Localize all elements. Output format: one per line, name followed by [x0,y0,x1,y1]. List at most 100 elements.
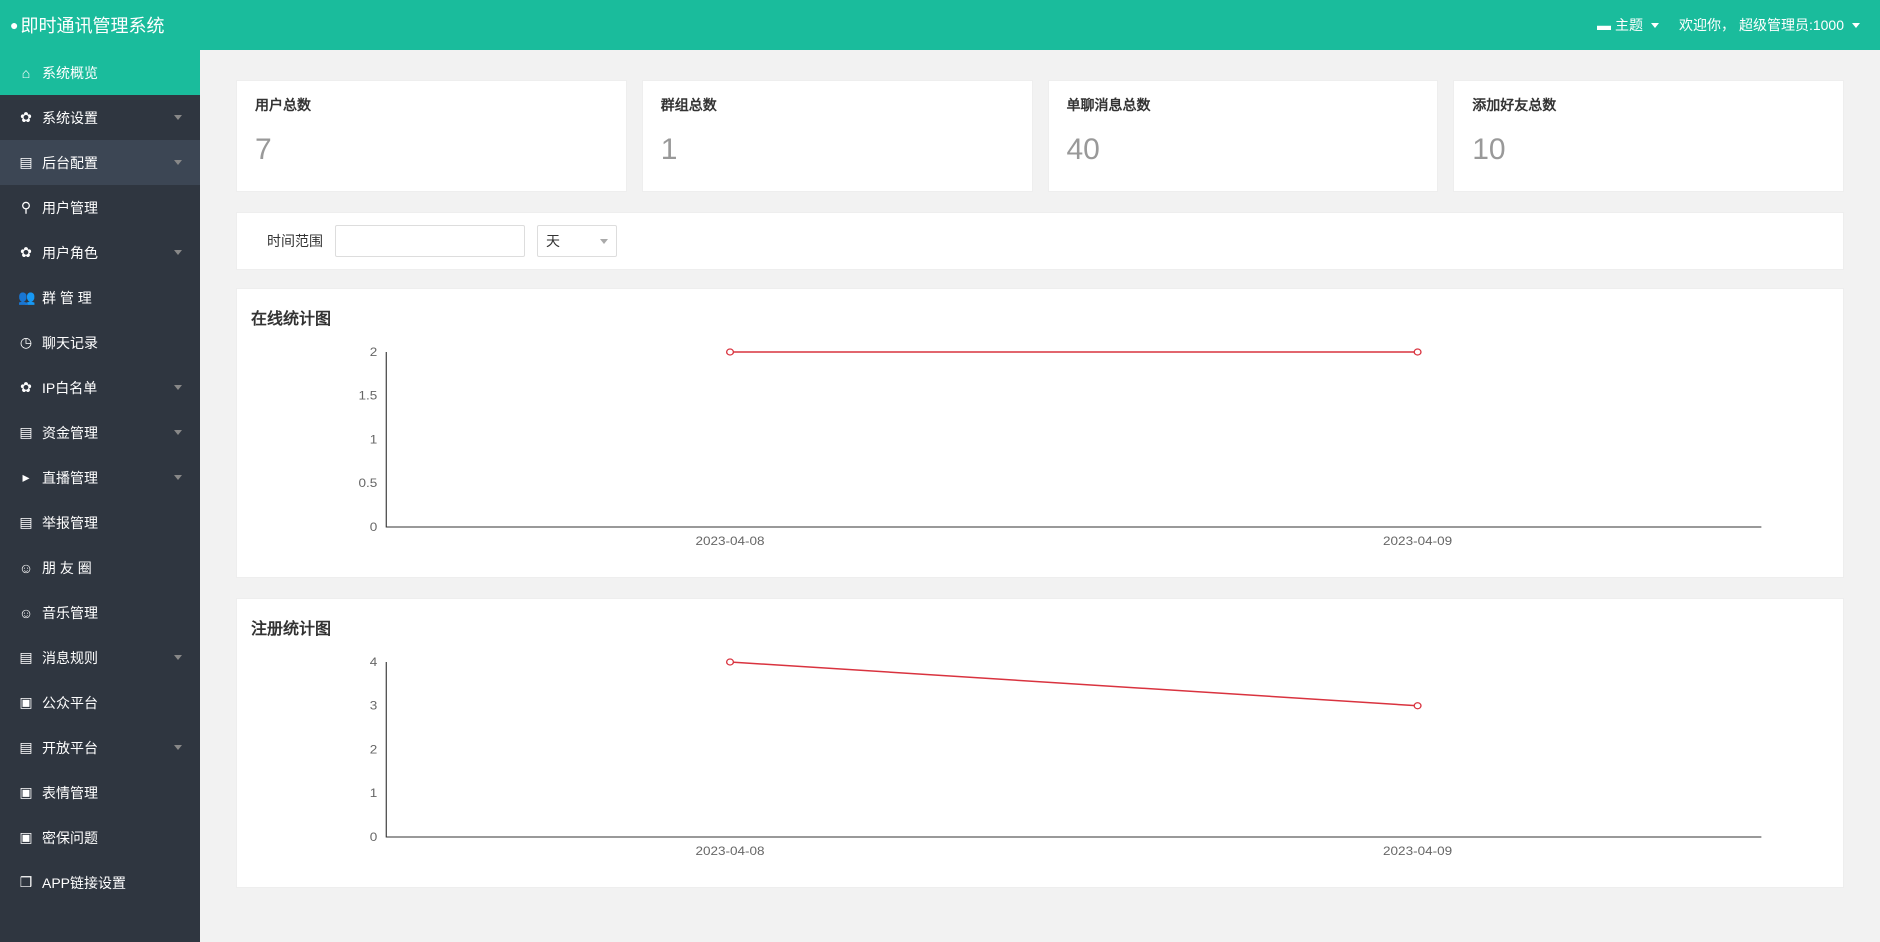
sidebar-item-message-rules[interactable]: ▤消息规则 [0,635,200,680]
sidebar-item-label: APP链接设置 [42,873,126,893]
sidebar-item-label: 群 管 理 [42,288,92,308]
stat-value: 1 [661,133,1014,167]
sidebar-item-user-manage[interactable]: ⚲用户管理 [0,185,200,230]
stat-card: 添加好友总数 10 [1453,80,1844,192]
stat-title: 群组总数 [661,95,1014,115]
user-role-icon: ✿ [18,244,34,261]
user-dropdown[interactable]: 欢迎你， 超级管理员:1000 [1679,15,1860,35]
sidebar-item-overview[interactable]: ⌂系统概览 [0,50,200,95]
svg-text:0: 0 [370,520,378,534]
online-chart: 00.511.522023-04-082023-04-09 [251,337,1829,557]
theme-label: 主题 [1615,15,1643,35]
svg-text:4: 4 [370,655,378,669]
svg-text:2023-04-09: 2023-04-09 [1383,844,1452,858]
brand-title: 即时通讯管理系统 [20,12,164,38]
sidebar-item-chat-records[interactable]: ◷ 聊天记录 [0,320,200,365]
sidebar-item-label: 后台配置 [42,153,98,173]
ip-whitelist-icon: ✿ [18,379,34,396]
sidebar-item-public-platform[interactable]: ▣公众平台 [0,680,200,725]
sidebar-item-label: 开放平台 [42,738,98,758]
sidebar-item-open-platform[interactable]: ▤ 开放平台 [0,725,200,770]
chevron-down-icon [600,239,608,244]
svg-text:2: 2 [370,345,378,359]
sidebar-item-label: 直播管理 [42,468,98,488]
chat-records-icon: ◷ [18,334,34,351]
sidebar-item-label: 用户管理 [42,198,98,218]
svg-text:2023-04-08: 2023-04-08 [695,534,764,548]
register-chart-title: 注册统计图 [251,615,1829,639]
online-chart-card: 在线统计图 00.511.522023-04-082023-04-09 [236,288,1844,578]
svg-text:0: 0 [370,830,378,844]
chevron-down-icon [1651,23,1659,28]
online-chart-title: 在线统计图 [251,305,1829,329]
sidebar-item-user-role[interactable]: ✿用户角色 [0,230,200,275]
filter-bar: 时间范围 天 [236,212,1844,270]
sidebar-item-report-manage[interactable]: ▤ 举报管理 [0,500,200,545]
sidebar-item-system-settings[interactable]: ✿系统设置 [0,95,200,140]
stat-card: 用户总数7 [236,80,627,192]
sidebar-item-backend-config[interactable]: ▤ 后台配置 [0,140,200,185]
sidebar-item-label: 举报管理 [42,513,98,533]
svg-text:1.5: 1.5 [358,388,377,402]
sidebar: ⌂系统概览✿系统设置▤后台配置⚲用户管理✿用户角色👥群 管 理◷聊天记录✿IP白… [0,50,200,942]
message-rules-icon: ▤ [18,649,34,666]
stat-card: 单聊消息总数 40 [1048,80,1439,192]
sidebar-item-security-question[interactable]: ▣ 密保问题 [0,815,200,860]
sidebar-item-label: IP白名单 [42,378,97,398]
sidebar-item-label: 表情管理 [42,783,98,803]
svg-text:2023-04-09: 2023-04-09 [1383,534,1452,548]
stat-title: 添加好友总数 [1472,95,1825,115]
sidebar-item-label: 系统概览 [42,63,98,83]
sidebar-item-ip-whitelist[interactable]: ✿ IP白名单 [0,365,200,410]
report-manage-icon: ▤ [18,514,34,531]
granularity-value: 天 [546,231,560,251]
stats-row: 用户总数7 群组总数 1 单聊消息总数 40 添加好友总数 10 [236,80,1844,192]
header: ● 即时通讯管理系统 ▬ 主题 欢迎你， 超级管理员:1000 [0,0,1880,50]
sidebar-item-label: 密保问题 [42,828,98,848]
fund-manage-icon: ▤ [18,424,34,441]
sidebar-item-label: 朋 友 圈 [42,558,92,578]
svg-text:0.5: 0.5 [358,476,377,490]
register-chart: 012342023-04-082023-04-09 [251,647,1829,867]
public-platform-icon: ▣ [18,694,34,711]
granularity-select[interactable]: 天 [537,225,617,257]
sidebar-item-label: 系统设置 [42,108,98,128]
time-range-label: 时间范围 [267,231,323,251]
sidebar-item-emoji-manage[interactable]: ▣ 表情管理 [0,770,200,815]
svg-text:1: 1 [370,786,378,800]
open-platform-icon: ▤ [18,739,34,756]
stat-value: 7 [255,133,608,167]
app-link-setting-icon: ❒ [18,874,34,891]
svg-text:2: 2 [370,742,378,756]
live-manage-icon: ▸ [18,469,34,486]
svg-text:2023-04-08: 2023-04-08 [695,844,764,858]
music-manage-icon: ☺ [18,605,34,621]
header-brand: ● 即时通讯管理系统 [10,12,164,38]
theme-dropdown[interactable]: ▬ 主题 [1597,15,1659,35]
chevron-down-icon [174,655,182,660]
sidebar-item-music-manage[interactable]: ☺音乐管理 [0,590,200,635]
time-range-input[interactable] [335,225,525,257]
chevron-down-icon [174,745,182,750]
sidebar-item-live-manage[interactable]: ▸ 直播管理 [0,455,200,500]
stat-value: 10 [1472,133,1825,167]
chevron-down-icon [174,115,182,120]
sidebar-item-fund-manage[interactable]: ▤资金管理 [0,410,200,455]
emoji-manage-icon: ▣ [18,784,34,801]
stat-title: 单聊消息总数 [1067,95,1420,115]
stat-value: 40 [1067,133,1420,167]
group-manage-icon: 👥 [18,289,34,306]
user-label: 超级管理员:1000 [1739,15,1844,35]
brand-dot-icon: ● [10,17,18,33]
backend-config-icon: ▤ [18,154,34,171]
sidebar-item-app-link-setting[interactable]: ❒ APP链接设置 [0,860,200,905]
sidebar-item-label: 聊天记录 [42,333,98,353]
sidebar-item-moments[interactable]: ☺朋 友 圈 [0,545,200,590]
header-right: ▬ 主题 欢迎你， 超级管理员:1000 [1597,15,1860,35]
chevron-down-icon [1852,23,1860,28]
security-question-icon: ▣ [18,829,34,846]
welcome-prefix: 欢迎你， [1679,15,1735,35]
chevron-down-icon [174,250,182,255]
register-chart-card: 注册统计图 012342023-04-082023-04-09 [236,598,1844,888]
sidebar-item-group-manage[interactable]: 👥 群 管 理 [0,275,200,320]
